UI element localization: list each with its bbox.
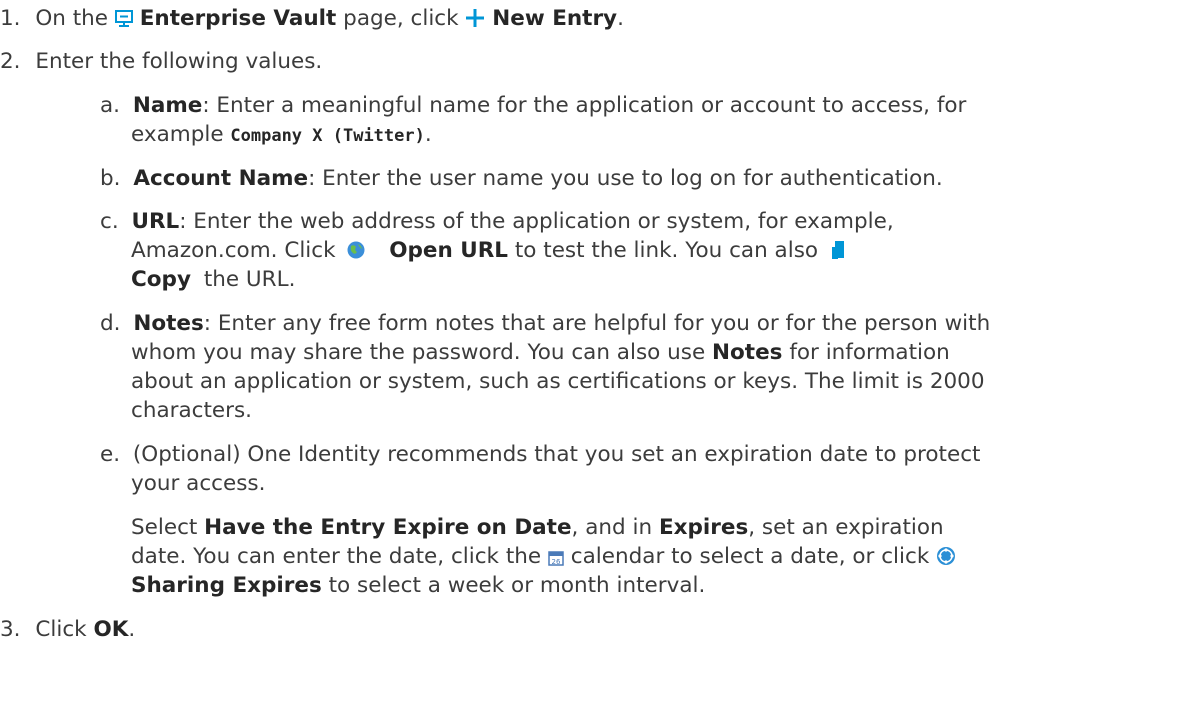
- item-text: date. You can enter the date, click the: [131, 544, 542, 569]
- open-url-label: Open URL: [389, 238, 508, 263]
- step-number: 2.: [0, 49, 21, 74]
- item-a: a. Name: Enter a meaningful name for the…: [100, 91, 966, 121]
- item-text: : Enter any free form notes that are hel…: [203, 311, 991, 336]
- item-d: d. Notes: Enter any free form notes that…: [100, 309, 990, 339]
- step-number: 3.: [0, 617, 21, 642]
- item-text: whom you may share the password. You can…: [131, 340, 706, 365]
- item-e-line2: your access.: [131, 469, 265, 499]
- item-b: b. Account Name: Enter the user name you…: [100, 164, 943, 194]
- term-url: URL: [131, 209, 180, 234]
- item-c: c. URL: Enter the web address of the app…: [100, 207, 894, 237]
- globe-icon: [346, 239, 366, 269]
- item-text: : Enter the web address of the applicati…: [179, 209, 894, 234]
- item-text: Select: [131, 515, 198, 540]
- new-entry-label: New Entry: [492, 6, 618, 31]
- plus-icon: [465, 7, 485, 37]
- item-text: the URL.: [203, 267, 296, 292]
- item-letter: d.: [100, 311, 121, 336]
- item-c-line3: Copy the URL.: [131, 265, 295, 295]
- instructions: 1. On the Enterprise Vault page, click N…: [0, 0, 1184, 718]
- sharing-expires-label: Sharing Expires: [131, 573, 322, 598]
- item-text: : Enter the user name you use to log on …: [308, 166, 943, 191]
- item-text: : Enter a meaningful name for the applic…: [202, 93, 967, 118]
- punct: .: [128, 617, 136, 642]
- item-text: example: [131, 122, 224, 147]
- term-account-name: Account Name: [133, 166, 309, 191]
- item-text: (Optional) One Identity recommends that …: [132, 442, 981, 467]
- notes-label: Notes: [712, 340, 783, 365]
- step-number: 1.: [0, 6, 21, 31]
- item-e-para2: Select Have the Entry Expire on Date, an…: [131, 513, 944, 543]
- sharing-expires-icon: [936, 545, 956, 575]
- item-text: about an application or system, such as …: [131, 369, 985, 394]
- item-text: for information: [789, 340, 950, 365]
- expire-option-label: Have the Entry Expire on Date: [204, 515, 572, 540]
- copy-label: Copy: [131, 267, 191, 292]
- term-notes: Notes: [133, 311, 204, 336]
- item-text: characters.: [131, 398, 252, 423]
- item-text: to test the link. You can also: [514, 238, 819, 263]
- item-text: your access.: [131, 471, 266, 496]
- item-letter: e.: [100, 442, 121, 467]
- expires-label: Expires: [658, 515, 749, 540]
- item-text: , set an expiration: [748, 515, 944, 540]
- item-text: , and in: [571, 515, 653, 540]
- item-d-line3: about an application or system, such as …: [131, 367, 985, 397]
- ok-label: OK: [93, 617, 129, 642]
- item-a-line2: example Company X (Twitter).: [131, 120, 432, 151]
- item-e: e. (Optional) One Identity recommends th…: [100, 440, 980, 470]
- enterprise-vault-label: Enterprise Vault: [139, 6, 337, 31]
- step-text: Enter the following values.: [35, 49, 323, 74]
- step-text: On the: [35, 6, 109, 31]
- monitor-vault-icon: [114, 7, 133, 37]
- item-e-para2-line3: Sharing Expires to select a week or mont…: [131, 571, 705, 601]
- item-letter: c.: [100, 209, 119, 234]
- item-letter: b.: [100, 166, 121, 191]
- item-text: calendar to select a date, or click: [570, 544, 930, 569]
- item-letter: a.: [100, 93, 121, 118]
- item-text: Amazon.com. Click: [131, 238, 336, 263]
- term-name: Name: [132, 93, 203, 118]
- example-code: Company X (Twitter): [230, 126, 425, 146]
- svg-text:26: 26: [551, 558, 560, 566]
- punct: .: [424, 122, 432, 147]
- step-text: Click: [35, 617, 87, 642]
- step-1: 1. On the Enterprise Vault page, click N…: [0, 4, 624, 37]
- step-3: 3. Click OK.: [0, 615, 135, 645]
- copy-icon: [831, 239, 845, 269]
- step-text: page, click: [343, 6, 459, 31]
- item-text: to select a week or month interval.: [328, 573, 706, 598]
- step-2: 2. Enter the following values.: [0, 47, 322, 77]
- item-d-line2: whom you may share the password. You can…: [131, 338, 950, 368]
- punct: .: [617, 6, 624, 31]
- item-d-line4: characters.: [131, 396, 252, 426]
